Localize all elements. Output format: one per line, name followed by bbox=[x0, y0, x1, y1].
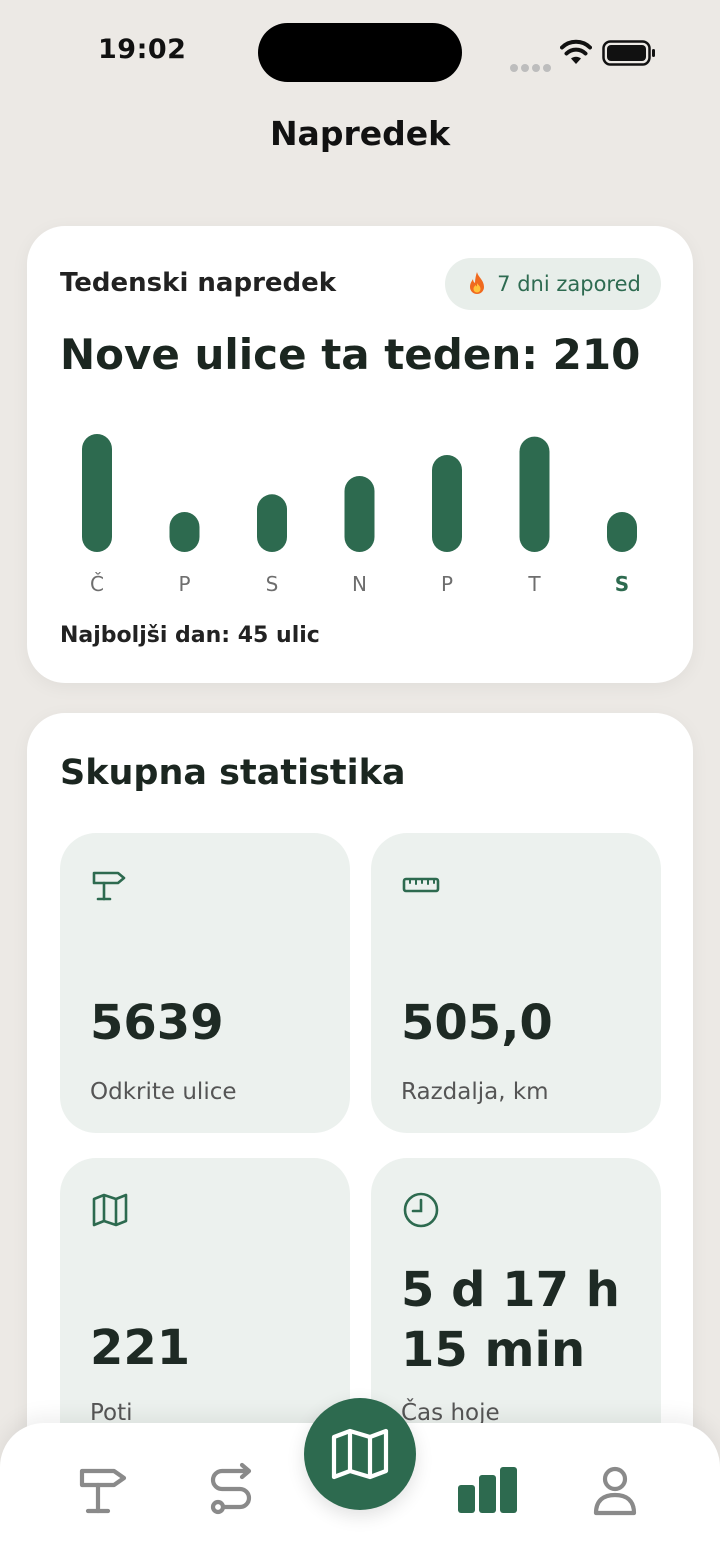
dynamic-island bbox=[258, 23, 462, 82]
chart-bar bbox=[257, 494, 287, 552]
chart-day-label: Č bbox=[90, 572, 104, 596]
stat-tile-streets[interactable]: 5639 Odkrite ulice bbox=[60, 833, 350, 1133]
chart-bar bbox=[519, 436, 550, 552]
status-bar: 19:02 bbox=[0, 0, 720, 110]
chart-day-label: P bbox=[441, 572, 453, 596]
total-statistics-title: Skupna statistika bbox=[60, 753, 406, 793]
stat-label: Odkrite ulice bbox=[90, 1079, 237, 1105]
stat-value-line1: 5 d 17 h bbox=[401, 1262, 620, 1318]
chart-bar bbox=[607, 512, 637, 552]
chart-day-label: T bbox=[527, 572, 541, 596]
chart-day-label: S bbox=[615, 572, 629, 596]
nav-profile-button[interactable] bbox=[580, 1455, 650, 1525]
chart-bar bbox=[344, 475, 375, 552]
page-title: Napredek bbox=[269, 114, 451, 153]
stat-tile-routes[interactable]: 221 Poti bbox=[60, 1158, 350, 1458]
chart-bar bbox=[82, 434, 112, 552]
weekly-progress-label: Tedenski napredek bbox=[60, 268, 337, 298]
ruler-icon bbox=[402, 877, 440, 893]
signpost-icon bbox=[92, 871, 126, 901]
chart-bar bbox=[432, 454, 462, 552]
stat-tile-walk-time[interactable]: 5 d 17 h 15 min Čas hoje bbox=[371, 1158, 661, 1458]
status-time: 19:02 bbox=[98, 34, 187, 65]
weekly-progress-card: Tedenski napredek 7 dni zapored Nove uli… bbox=[27, 226, 693, 683]
stat-value: 5639 bbox=[90, 995, 224, 1051]
nav-routes-button[interactable] bbox=[196, 1455, 266, 1525]
weekly-headline: Nove ulice ta teden: 210 bbox=[60, 330, 641, 379]
stat-value: 221 bbox=[90, 1320, 191, 1376]
map-icon bbox=[92, 1193, 128, 1227]
stat-label: Razdalja, km bbox=[401, 1079, 549, 1105]
stat-value-line2: 15 min bbox=[401, 1322, 586, 1378]
battery-icon bbox=[602, 40, 655, 66]
chart-day-label: N bbox=[352, 572, 367, 596]
chart-day-label: S bbox=[266, 572, 279, 596]
flame-icon bbox=[470, 272, 485, 294]
weekly-bar-chart: ČPSNPTS bbox=[82, 434, 637, 596]
status-icons bbox=[508, 36, 658, 72]
nav-explore-button[interactable] bbox=[68, 1455, 138, 1525]
nav-stats-button[interactable] bbox=[452, 1455, 522, 1525]
best-day-text: Najboljši dan: 45 ulic bbox=[60, 623, 320, 648]
cellular-signal-icon bbox=[510, 57, 554, 72]
stat-tile-distance[interactable]: 505,0 Razdalja, km bbox=[371, 833, 661, 1133]
chart-day-label: P bbox=[178, 572, 190, 596]
stat-value: 505,0 bbox=[401, 995, 553, 1051]
nav-map-button[interactable] bbox=[304, 1398, 416, 1510]
chart-bar bbox=[169, 512, 200, 552]
wifi-icon bbox=[560, 39, 592, 64]
clock-icon bbox=[403, 1192, 439, 1228]
streak-badge[interactable]: 7 dni zapored bbox=[445, 258, 661, 310]
map-icon bbox=[331, 1428, 389, 1480]
streak-text: 7 dni zapored bbox=[497, 272, 641, 296]
